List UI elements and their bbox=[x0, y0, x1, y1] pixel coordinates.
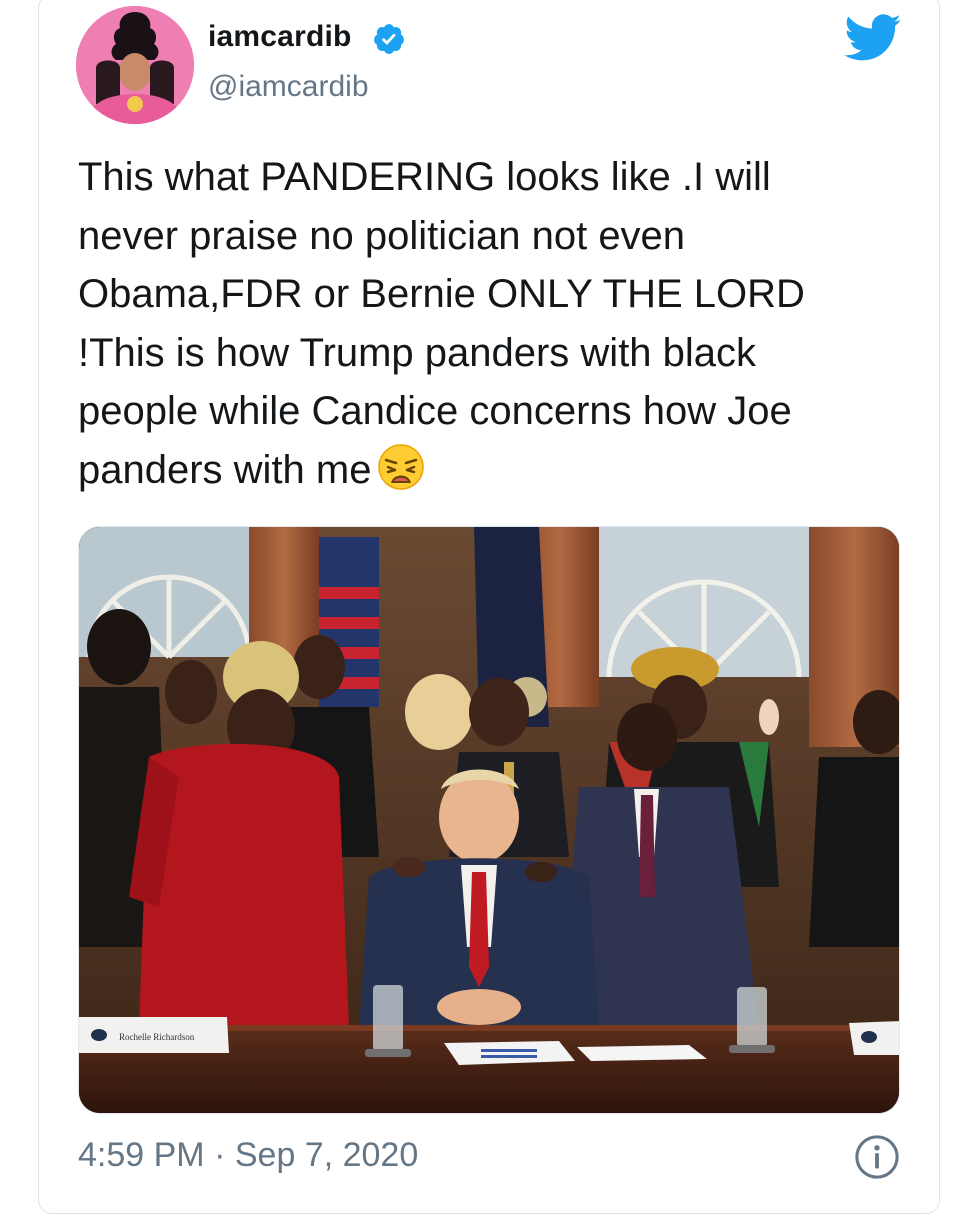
tweet-text-line: people while Candice concerns how Joe bbox=[78, 389, 792, 433]
verified-badge-icon bbox=[374, 24, 404, 54]
tweet-text-line: panders with me bbox=[78, 447, 372, 492]
nameplate-text: Rochelle Richardson bbox=[119, 1032, 195, 1042]
info-icon[interactable] bbox=[854, 1134, 900, 1180]
avatar[interactable] bbox=[76, 6, 194, 124]
tweet-timestamp[interactable]: 4:59 PM · Sep 7, 2020 bbox=[78, 1136, 418, 1175]
tweet-photo[interactable]: Rochelle Richardson bbox=[78, 526, 900, 1114]
tweet-text-last-line: panders with me bbox=[78, 441, 908, 500]
tweet-text-line: Obama,FDR or Bernie ONLY THE LORD bbox=[78, 272, 805, 316]
display-name[interactable]: iamcardib bbox=[208, 20, 352, 54]
twitter-bird-icon[interactable] bbox=[844, 14, 902, 62]
tweet-text-line: !This is how Trump panders with black bbox=[78, 330, 757, 375]
timestamp-separator: · bbox=[214, 1136, 226, 1174]
tweet-time: 4:59 PM bbox=[78, 1136, 205, 1174]
weary-face-emoji bbox=[378, 443, 425, 490]
tweet-text-line: This what PANDERING looks like .I will bbox=[78, 155, 771, 199]
tweet-text: This what PANDERING looks like .I will n… bbox=[78, 148, 908, 499]
author-handle[interactable]: @iamcardib bbox=[208, 70, 369, 104]
tweet-date: Sep 7, 2020 bbox=[234, 1136, 419, 1174]
tweet-text-line: never praise no politician not even bbox=[78, 213, 686, 258]
